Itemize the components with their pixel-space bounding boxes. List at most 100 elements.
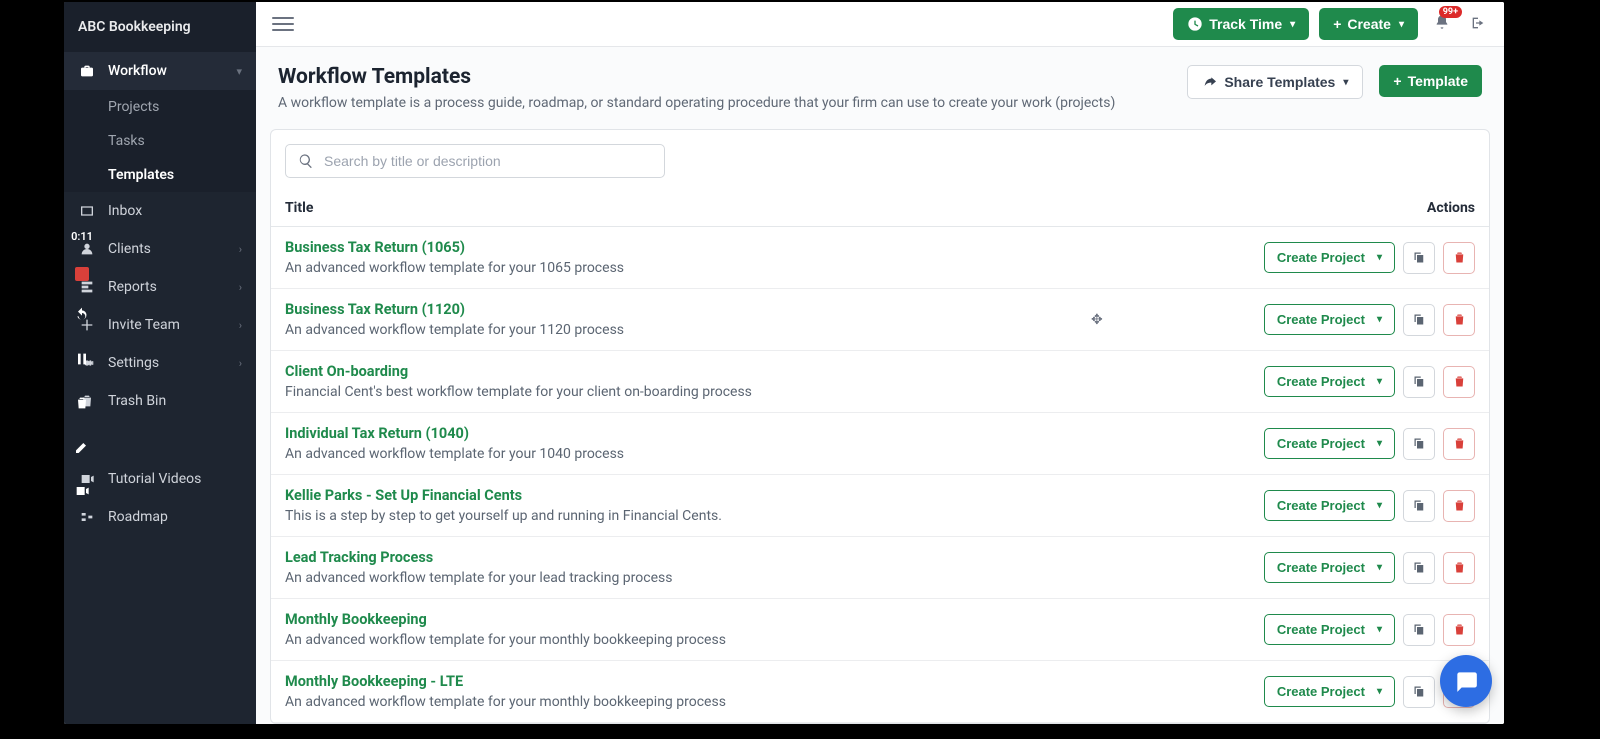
chevron-down-icon: ▾ (1343, 77, 1348, 88)
delete-button[interactable] (1443, 552, 1475, 584)
draw-button[interactable] (72, 437, 92, 457)
menu-toggle-icon[interactable] (272, 13, 294, 35)
share-templates-button[interactable]: Share Templates ▾ (1187, 65, 1363, 99)
brand-title: ABC Bookkeeping (64, 2, 256, 52)
row-actions: Create Project ▾ (1264, 304, 1475, 336)
delete-button[interactable] (1443, 490, 1475, 522)
delete-button[interactable] (1443, 242, 1475, 274)
col-title: Title (285, 200, 1265, 216)
copy-button[interactable] (1403, 614, 1435, 646)
page-title: Workflow Templates (278, 65, 1171, 89)
template-desc: Financial Cent's best workflow template … (285, 384, 1264, 400)
delete-button[interactable] (1443, 304, 1475, 336)
exit-icon[interactable] (1470, 15, 1488, 33)
row-actions: Create Project ▾ (1264, 490, 1475, 522)
table-row: Monthly Bookkeeping An advanced workflow… (271, 599, 1489, 661)
chevron-right-icon: › (239, 281, 242, 294)
pause-button[interactable] (72, 349, 92, 369)
row-actions: Create Project ▾ (1264, 552, 1475, 584)
search-box[interactable] (285, 144, 665, 178)
restart-button[interactable] (72, 305, 92, 325)
drag-handle-icon[interactable]: ✥ (1091, 312, 1103, 328)
table-row: Lead Tracking Process An advanced workfl… (271, 537, 1489, 599)
table-row: Business Tax Return (1065) An advanced w… (271, 227, 1489, 289)
create-project-button[interactable]: Create Project ▾ (1264, 490, 1395, 521)
copy-button[interactable] (1403, 552, 1435, 584)
template-title[interactable]: Client On-boarding (285, 363, 1264, 380)
delete-button[interactable] (1443, 614, 1475, 646)
create-project-button[interactable]: Create Project ▾ (1264, 552, 1395, 583)
template-title[interactable]: Monthly Bookkeeping (285, 611, 1264, 628)
notifications-button[interactable]: 99+ (1434, 14, 1454, 34)
create-project-button[interactable]: Create Project ▾ (1264, 242, 1395, 273)
chevron-down-icon: ▾ (1377, 438, 1382, 449)
topbar: Track Time ▾ + Create ▾ 99+ (256, 2, 1504, 47)
template-desc: An advanced workflow template for your m… (285, 694, 1264, 710)
chevron-down-icon: ▾ (236, 65, 242, 78)
create-project-button[interactable]: Create Project ▾ (1264, 614, 1395, 645)
notifications-badge: 99+ (1439, 6, 1462, 18)
create-project-button[interactable]: Create Project ▾ (1264, 428, 1395, 459)
table-body: Business Tax Return (1065) An advanced w… (271, 227, 1489, 724)
main: Track Time ▾ + Create ▾ 99+ Workflow Tem… (256, 2, 1504, 724)
row-actions: Create Project ▾ (1264, 428, 1475, 460)
col-actions: Actions (1265, 200, 1475, 216)
delete-recording-button[interactable] (72, 393, 92, 413)
camera-button[interactable] (72, 481, 92, 501)
nav-workflow[interactable]: Workflow ▾ (64, 52, 256, 90)
create-project-button[interactable]: Create Project ▾ (1264, 676, 1395, 707)
template-desc: An advanced workflow template for your 1… (285, 322, 1264, 338)
template-desc: An advanced workflow template for your 1… (285, 446, 1264, 462)
track-time-button[interactable]: Track Time ▾ (1173, 8, 1309, 40)
chevron-right-icon: › (239, 357, 242, 370)
create-project-button[interactable]: Create Project ▾ (1264, 366, 1395, 397)
table-row: Client On-boarding Financial Cent's best… (271, 351, 1489, 413)
copy-button[interactable] (1403, 366, 1435, 398)
share-icon (1202, 74, 1218, 90)
copy-button[interactable] (1403, 428, 1435, 460)
video-controls: 0:11 (64, 230, 100, 501)
copy-button[interactable] (1403, 242, 1435, 274)
delete-button[interactable] (1443, 366, 1475, 398)
nav-workflow-sub: Projects Tasks Templates (64, 90, 256, 192)
nav-projects[interactable]: Projects (64, 90, 256, 124)
template-title[interactable]: Business Tax Return (1120) (285, 301, 1264, 318)
template-title[interactable]: Business Tax Return (1065) (285, 239, 1264, 256)
chevron-down-icon: ▾ (1399, 19, 1404, 30)
page-subtitle: A workflow template is a process guide, … (278, 95, 1171, 111)
new-template-button[interactable]: + Template (1379, 65, 1482, 97)
create-button[interactable]: + Create ▾ (1319, 8, 1418, 40)
nav-roadmap[interactable]: Roadmap (64, 498, 256, 536)
chat-button[interactable] (1440, 655, 1492, 707)
template-desc: An advanced workflow template for your 1… (285, 260, 1264, 276)
table-row: Individual Tax Return (1040) An advanced… (271, 413, 1489, 475)
template-desc: An advanced workflow template for your m… (285, 632, 1264, 648)
plus-icon: + (1333, 16, 1341, 32)
copy-button[interactable] (1403, 490, 1435, 522)
chevron-down-icon: ▾ (1377, 314, 1382, 325)
delete-button[interactable] (1443, 428, 1475, 460)
template-desc: An advanced workflow template for your l… (285, 570, 1264, 586)
template-title[interactable]: Lead Tracking Process (285, 549, 1264, 566)
chevron-right-icon: › (239, 319, 242, 332)
row-actions: Create Project ▾ (1264, 242, 1475, 274)
template-title[interactable]: Monthly Bookkeeping - LTE (285, 673, 1264, 690)
table-row: Kellie Parks - Set Up Financial Cents Th… (271, 475, 1489, 537)
chevron-down-icon: ▾ (1377, 562, 1382, 573)
nav-workflow-label: Workflow (108, 63, 236, 79)
row-actions: Create Project ▾ (1264, 366, 1475, 398)
chevron-down-icon: ▾ (1377, 624, 1382, 635)
nav-inbox[interactable]: Inbox (64, 192, 256, 230)
search-input[interactable] (324, 153, 652, 169)
template-title[interactable]: Kellie Parks - Set Up Financial Cents (285, 487, 1264, 504)
template-title[interactable]: Individual Tax Return (1040) (285, 425, 1264, 442)
plus-icon: + (1393, 73, 1401, 89)
nav-tasks[interactable]: Tasks (64, 124, 256, 158)
copy-button[interactable] (1403, 676, 1435, 708)
roadmap-icon (78, 508, 96, 526)
copy-button[interactable] (1403, 304, 1435, 336)
create-project-button[interactable]: Create Project ▾ (1264, 304, 1395, 335)
nav-templates[interactable]: Templates (64, 158, 256, 192)
template-desc: This is a step by step to get yourself u… (285, 508, 1264, 524)
stop-record-button[interactable] (75, 267, 89, 281)
